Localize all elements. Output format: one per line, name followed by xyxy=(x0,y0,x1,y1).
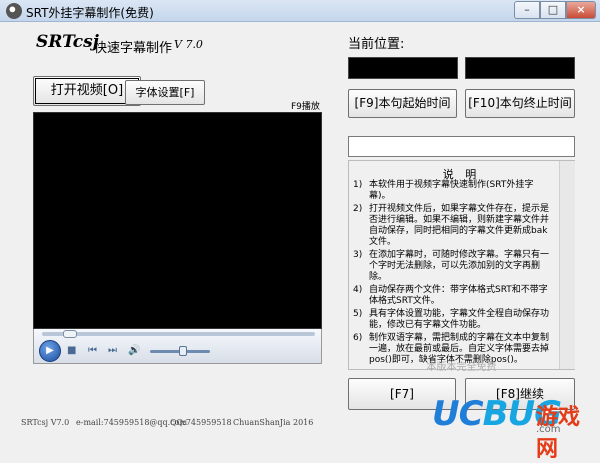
play-button[interactable]: ▶ xyxy=(39,340,61,362)
position-label: 当前位置: xyxy=(348,37,405,52)
font-settings-button[interactable]: 字体设置[F] xyxy=(125,80,205,105)
scrollbar[interactable] xyxy=(559,161,575,369)
status-author: ChuanShanJia 2016 xyxy=(233,418,314,427)
instruction-text: 具有字体设置功能，字幕文件全程自动保存功能，修改已有字幕文件功能。 xyxy=(369,309,550,330)
instruction-text: 打开视频文件后，如果字幕文件存在，提示是否进行编辑。如果不编辑，则新建字幕文件并… xyxy=(369,204,550,247)
instruction-number: 5) xyxy=(353,309,363,319)
ucbug-watermark: UCBUG 游戏网 .com xyxy=(432,394,600,462)
status-bar: SRTcsj V7.0 e-mail:745959518@qq.com QQ:7… xyxy=(0,412,330,432)
volume-icon[interactable]: 🔊 xyxy=(128,345,140,356)
watermark-com: .com xyxy=(536,424,561,435)
instruction-number: 6) xyxy=(353,333,363,343)
previous-icon[interactable]: ⏮ xyxy=(88,345,97,356)
seek-thumb[interactable] xyxy=(62,330,77,338)
status-qq: QQ:745959518 xyxy=(170,418,232,427)
start-time-button[interactable]: [F9]本句起始时间 xyxy=(348,89,457,118)
instructions-panel: 说 明 1) 本软件用于视频字幕快速制作(SRT外挂字幕)。 2) 打开视频文件后，如… xyxy=(348,160,575,373)
instruction-number: 3) xyxy=(353,250,363,260)
instruction-item: 1) 本软件用于视频字幕快速制作(SRT外挂字幕)。 xyxy=(353,180,553,202)
subtitle-input[interactable] xyxy=(348,136,575,157)
instruction-item: 2) 打开视频文件后，如果字幕文件存在，提示是否进行编辑。如果不编辑，则新建字幕文… xyxy=(353,204,553,248)
instruction-item: 3) 在添加字幕时，可随时修改字幕。字幕只有一个字时无法删除，可以先添加别的文字再… xyxy=(353,250,553,283)
instruction-item: 5) 具有字体设置功能，字幕文件全程自动保存功能，修改已有字幕文件功能。 xyxy=(353,309,553,331)
next-icon[interactable]: ⏭ xyxy=(108,345,117,356)
volume-thumb[interactable] xyxy=(178,346,187,356)
app-icon xyxy=(6,3,22,19)
close-button[interactable]: × xyxy=(566,1,596,19)
maximize-button[interactable]: □ xyxy=(540,1,566,19)
instructions-list: 1) 本软件用于视频字幕快速制作(SRT外挂字幕)。 2) 打开视频文件后，如果字幕文… xyxy=(353,180,553,368)
app-subtitle: 快速字幕制作 xyxy=(94,41,173,56)
instruction-item: 4) 自动保存两个文件：带字体格式SRT和不带字体格式SRT文件。 xyxy=(353,285,553,307)
instruction-number: 2) xyxy=(353,204,363,214)
title-bar: SRT外挂字幕制作(免费) – □ × xyxy=(0,0,600,22)
start-time-display xyxy=(348,57,458,79)
free-version-label: 本版本完全免费 xyxy=(426,362,497,373)
end-time-button[interactable]: [F10]本句终止时间 xyxy=(465,89,575,118)
video-display[interactable] xyxy=(33,112,322,329)
watermark-uc: UC xyxy=(432,394,484,434)
end-time-display xyxy=(465,57,575,79)
stop-icon[interactable]: ■ xyxy=(67,345,76,356)
instruction-number: 1) xyxy=(353,180,363,190)
minimize-button[interactable]: – xyxy=(514,1,540,19)
status-app: SRTcsj V7.0 xyxy=(21,418,70,427)
window-title: SRT外挂字幕制作(免费) xyxy=(26,6,154,20)
player-controls: ▶ ■ ⏮ ⏭ 🔊 xyxy=(33,329,322,364)
instruction-text: 自动保存两个文件：带字体格式SRT和不带字体格式SRT文件。 xyxy=(369,285,548,306)
version-label: V 7.0 xyxy=(174,38,203,51)
instruction-number: 4) xyxy=(353,285,363,295)
f9-play-hint: F9播放 xyxy=(291,102,320,112)
instruction-text: 在添加字幕时，可随时修改字幕。字幕只有一个字时无法删除，可以先添加别的文字再删除… xyxy=(369,250,550,282)
instruction-text: 本软件用于视频字幕快速制作(SRT外挂字幕)。 xyxy=(369,180,534,201)
seek-bar[interactable] xyxy=(42,332,315,336)
brand-logo: SRTcsj xyxy=(36,32,99,52)
